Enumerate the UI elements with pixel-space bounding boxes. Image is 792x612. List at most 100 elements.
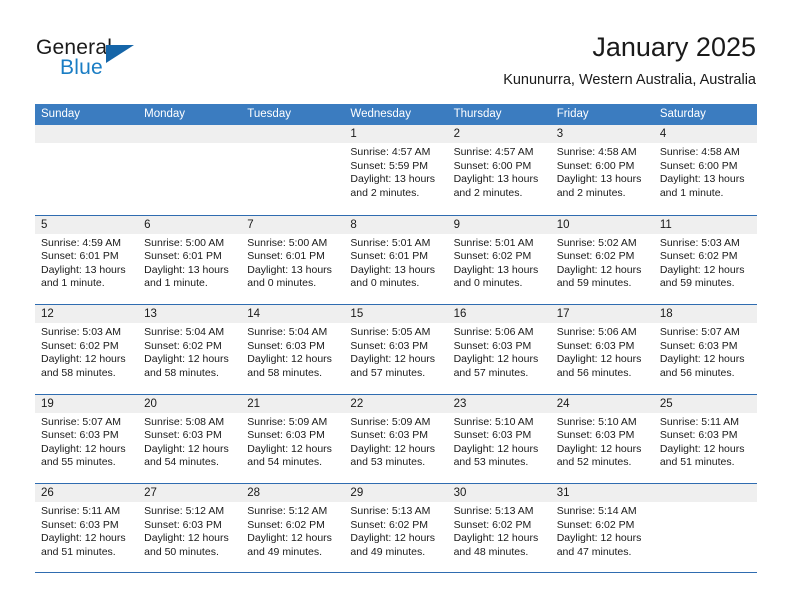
sunset-text: Sunset: 6:03 PM — [41, 429, 119, 442]
sunset-text: Sunset: 6:02 PM — [350, 518, 429, 531]
sunrise-text: Sunrise: 4:59 AM — [41, 236, 121, 249]
calendar-day-cell-7[interactable]: 7 Sunrise: 5:00 AM Sunset: 6:01 PM Daylight… — [241, 215, 345, 305]
calendar-day-cell-28[interactable]: 28 Sunrise: 5:12 AM Sunset: 6:02 PM Dayligh… — [241, 484, 345, 572]
sunset-text: Sunset: 6:03 PM — [350, 429, 429, 442]
day-number: 10 — [550, 215, 654, 234]
calendar-day-cell-22[interactable]: 22 Sunrise: 5:09 AM Sunset: 6:03 PM Dayligh… — [344, 394, 448, 484]
calendar-day-cell-15[interactable]: 15 Sunrise: 5:05 AM Sunset: 6:03 PM Dayligh… — [344, 305, 448, 394]
daylight-text-line1: Daylight: 12 hours — [247, 353, 332, 366]
calendar-grid: Sunday Monday Tuesday Wednesday Thursday Frid… — [35, 104, 757, 573]
daylight-text-line2: and 50 minutes. — [144, 545, 219, 558]
day-number: 22 — [344, 394, 448, 413]
calendar-day-cell-17[interactable]: 17 Sunrise: 5:06 AM Sunset: 6:03 PM Dayligh… — [550, 305, 654, 394]
sunrise-text: Sunrise: 5:09 AM — [350, 415, 431, 428]
calendar-day-cell-25[interactable]: 25 Sunrise: 5:11 AM Sunset: 6:03 PM Dayligh… — [653, 394, 757, 484]
calendar-day-cell-13[interactable]: 13 Sunrise: 5:04 AM Sunset: 6:02 PM Dayligh… — [138, 305, 242, 394]
calendar-day-cell-10[interactable]: 10 Sunrise: 5:02 AM Sunset: 6:02 PM Dayligh… — [550, 215, 654, 305]
calendar-day-cell-20[interactable]: 20 Sunrise: 5:08 AM Sunset: 6:03 PM Dayligh… — [138, 394, 242, 484]
sunrise-text: Sunrise: 5:05 AM — [350, 326, 431, 338]
calendar-day-cell-3[interactable]: 3 Sunrise: 4:58 AM Sunset: 6:00 PM Daylight… — [550, 125, 654, 215]
daylight-text-line2: and 48 minutes. — [453, 545, 529, 558]
sunset-text: Sunset: 6:03 PM — [41, 518, 119, 531]
calendar-day-cell-26[interactable]: 26 Sunrise: 5:11 AM Sunset: 6:03 PM Dayligh… — [35, 484, 139, 572]
daylight-text-line1: Daylight: 12 hours — [247, 532, 332, 545]
daylight-text-line2: and 57 minutes. — [350, 366, 426, 379]
sunrise-text: Sunrise: 5:04 AM — [144, 326, 225, 338]
calendar-day-cell-16[interactable]: 16 Sunrise: 5:06 AM Sunset: 6:03 PM Dayligh… — [447, 305, 551, 394]
calendar-day-cell-23[interactable]: 23 Sunrise: 5:10 AM Sunset: 6:03 PM Dayligh… — [447, 394, 551, 484]
daylight-text-line2: and 58 minutes. — [144, 366, 219, 379]
sunrise-text: Sunrise: 5:12 AM — [247, 505, 328, 517]
calendar-day-cell-14[interactable]: 14 Sunrise: 5:04 AM Sunset: 6:03 PM Dayligh… — [241, 305, 345, 394]
calendar-week-row: 19 Sunrise: 5:07 AM Sunset: 6:03 PM Dayligh… — [35, 393, 757, 484]
sunrise-text: Sunrise: 5:01 AM — [350, 236, 431, 249]
day-details: Sunrise: 5:14 AM Sunset: 6:02 PM Daylight:… — [551, 502, 654, 559]
calendar-day-cell-30[interactable]: 30 Sunrise: 5:13 AM Sunset: 6:02 PM Dayligh… — [447, 484, 551, 572]
daylight-text-line1: Daylight: 12 hours — [659, 353, 745, 366]
sunset-text: Sunset: 6:03 PM — [453, 429, 532, 442]
sunset-text: Sunset: 6:03 PM — [659, 339, 738, 352]
day-details: Sunrise: 5:07 AM Sunset: 6:03 PM Daylight:… — [35, 413, 138, 470]
calendar-day-cell-18[interactable]: 18 Sunrise: 5:07 AM Sunset: 6:03 PM Dayligh… — [653, 305, 757, 394]
calendar-day-cell-12[interactable]: 12 Sunrise: 5:03 AM Sunset: 6:02 PM Dayligh… — [35, 305, 139, 394]
calendar-day-cell-27[interactable]: 27 Sunrise: 5:12 AM Sunset: 6:03 PM Dayligh… — [138, 484, 242, 572]
day-details: Sunrise: 5:01 AM Sunset: 6:01 PM Daylight:… — [344, 234, 447, 291]
daylight-text-line1: Daylight: 12 hours — [41, 442, 126, 455]
day-details: Sunrise: 4:57 AM Sunset: 6:00 PM Daylight:… — [448, 143, 551, 200]
calendar-day-cell-1[interactable]: 1 Sunrise: 4:57 AM Sunset: 5:59 PM Daylight… — [344, 125, 448, 215]
day-details: Sunrise: 5:10 AM Sunset: 6:03 PM Daylight:… — [551, 413, 654, 470]
day-details: Sunrise: 5:00 AM Sunset: 6:01 PM Daylight:… — [138, 234, 241, 291]
day-details: Sunrise: 5:00 AM Sunset: 6:01 PM Daylight:… — [241, 234, 344, 291]
calendar-week-row: 26 Sunrise: 5:11 AM Sunset: 6:03 PM Dayligh… — [35, 483, 757, 573]
sunset-text: Sunset: 6:01 PM — [41, 250, 119, 263]
calendar-day-cell-6[interactable]: 6 Sunrise: 5:00 AM Sunset: 6:01 PM Daylight… — [138, 215, 242, 305]
daylight-text-line2: and 56 minutes. — [556, 366, 632, 379]
daylight-text-line1: Daylight: 13 hours — [41, 263, 126, 276]
daylight-text-line2: and 2 minutes. — [453, 186, 523, 199]
sunrise-text: Sunrise: 5:00 AM — [247, 236, 328, 249]
calendar-day-cell-8[interactable]: 8 Sunrise: 5:01 AM Sunset: 6:01 PM Daylight… — [344, 215, 448, 305]
calendar-day-cell-5[interactable]: 5 Sunrise: 4:59 AM Sunset: 6:01 PM Daylight… — [35, 215, 139, 305]
day-details: Sunrise: 5:04 AM Sunset: 6:02 PM Daylight:… — [138, 323, 241, 380]
calendar-day-cell-21[interactable]: 21 Sunrise: 5:09 AM Sunset: 6:03 PM Dayligh… — [241, 394, 345, 484]
calendar-week-row: 1 Sunrise: 4:57 AM Sunset: 5:59 PM Daylight… — [35, 125, 757, 215]
calendar-day-cell-29[interactable]: 29 Sunrise: 5:13 AM Sunset: 6:02 PM Dayligh… — [344, 484, 448, 572]
calendar-day-cell-11[interactable]: 11 Sunrise: 5:03 AM Sunset: 6:02 PM Dayligh… — [653, 215, 757, 305]
sunset-text: Sunset: 6:02 PM — [247, 518, 325, 531]
calendar-day-cell-19[interactable]: 19 Sunrise: 5:07 AM Sunset: 6:03 PM Dayligh… — [35, 394, 139, 484]
sunrise-text: Sunrise: 5:07 AM — [41, 415, 121, 428]
calendar-body: 1 Sunrise: 4:57 AM Sunset: 5:59 PM Daylight… — [35, 125, 757, 573]
day-details: Sunrise: 5:04 AM Sunset: 6:03 PM Daylight:… — [241, 323, 344, 380]
day-number — [241, 125, 345, 143]
day-number: 11 — [653, 215, 757, 234]
daylight-text-line1: Daylight: 13 hours — [556, 173, 642, 186]
calendar-day-cell-9[interactable]: 9 Sunrise: 5:01 AM Sunset: 6:02 PM Daylight… — [447, 215, 551, 305]
day-details: Sunrise: 4:58 AM Sunset: 6:00 PM Daylight:… — [551, 143, 654, 200]
day-number: 20 — [138, 394, 242, 413]
day-details: Sunrise: 5:09 AM Sunset: 6:03 PM Daylight:… — [241, 413, 344, 470]
sunset-text: Sunset: 6:02 PM — [556, 250, 635, 263]
daylight-text-line1: Daylight: 12 hours — [41, 532, 126, 545]
sunrise-text: Sunrise: 4:57 AM — [350, 146, 431, 158]
day-details: Sunrise: 5:03 AM Sunset: 6:02 PM Daylight:… — [654, 234, 757, 291]
calendar-day-cell-empty — [241, 125, 345, 215]
daylight-text-line1: Daylight: 12 hours — [556, 532, 642, 545]
weekday-header-row: Sunday Monday Tuesday Wednesday Thursday Frid… — [35, 104, 757, 125]
daylight-text-line2: and 0 minutes. — [247, 277, 317, 290]
weekday-header-sunday: Sunday — [41, 108, 81, 120]
calendar-day-cell-4[interactable]: 4 Sunrise: 4:58 AM Sunset: 6:00 PM Daylight… — [653, 125, 757, 215]
day-details: Sunrise: 5:11 AM Sunset: 6:03 PM Daylight:… — [35, 502, 138, 559]
day-number: 17 — [550, 305, 654, 323]
calendar-day-cell-31[interactable]: 31 Sunrise: 5:14 AM Sunset: 6:02 PM Dayligh… — [550, 484, 654, 572]
calendar-day-cell-24[interactable]: 24 Sunrise: 5:10 AM Sunset: 6:03 PM Dayligh… — [550, 394, 654, 484]
logo-triangle-icon — [106, 45, 134, 63]
day-number: 4 — [653, 125, 757, 143]
sunset-text: Sunset: 6:01 PM — [247, 250, 325, 263]
calendar-page: General Blue January 2025 Kununurra, Wes… — [0, 0, 792, 612]
calendar-day-cell-2[interactable]: 2 Sunrise: 4:57 AM Sunset: 6:00 PM Daylight… — [447, 125, 551, 215]
daylight-text-line1: Daylight: 12 hours — [350, 353, 436, 366]
sunset-text: Sunset: 6:03 PM — [247, 429, 325, 442]
day-details: Sunrise: 5:13 AM Sunset: 6:02 PM Daylight:… — [344, 502, 447, 559]
daylight-text-line2: and 2 minutes. — [350, 186, 420, 199]
day-number: 26 — [35, 484, 139, 502]
